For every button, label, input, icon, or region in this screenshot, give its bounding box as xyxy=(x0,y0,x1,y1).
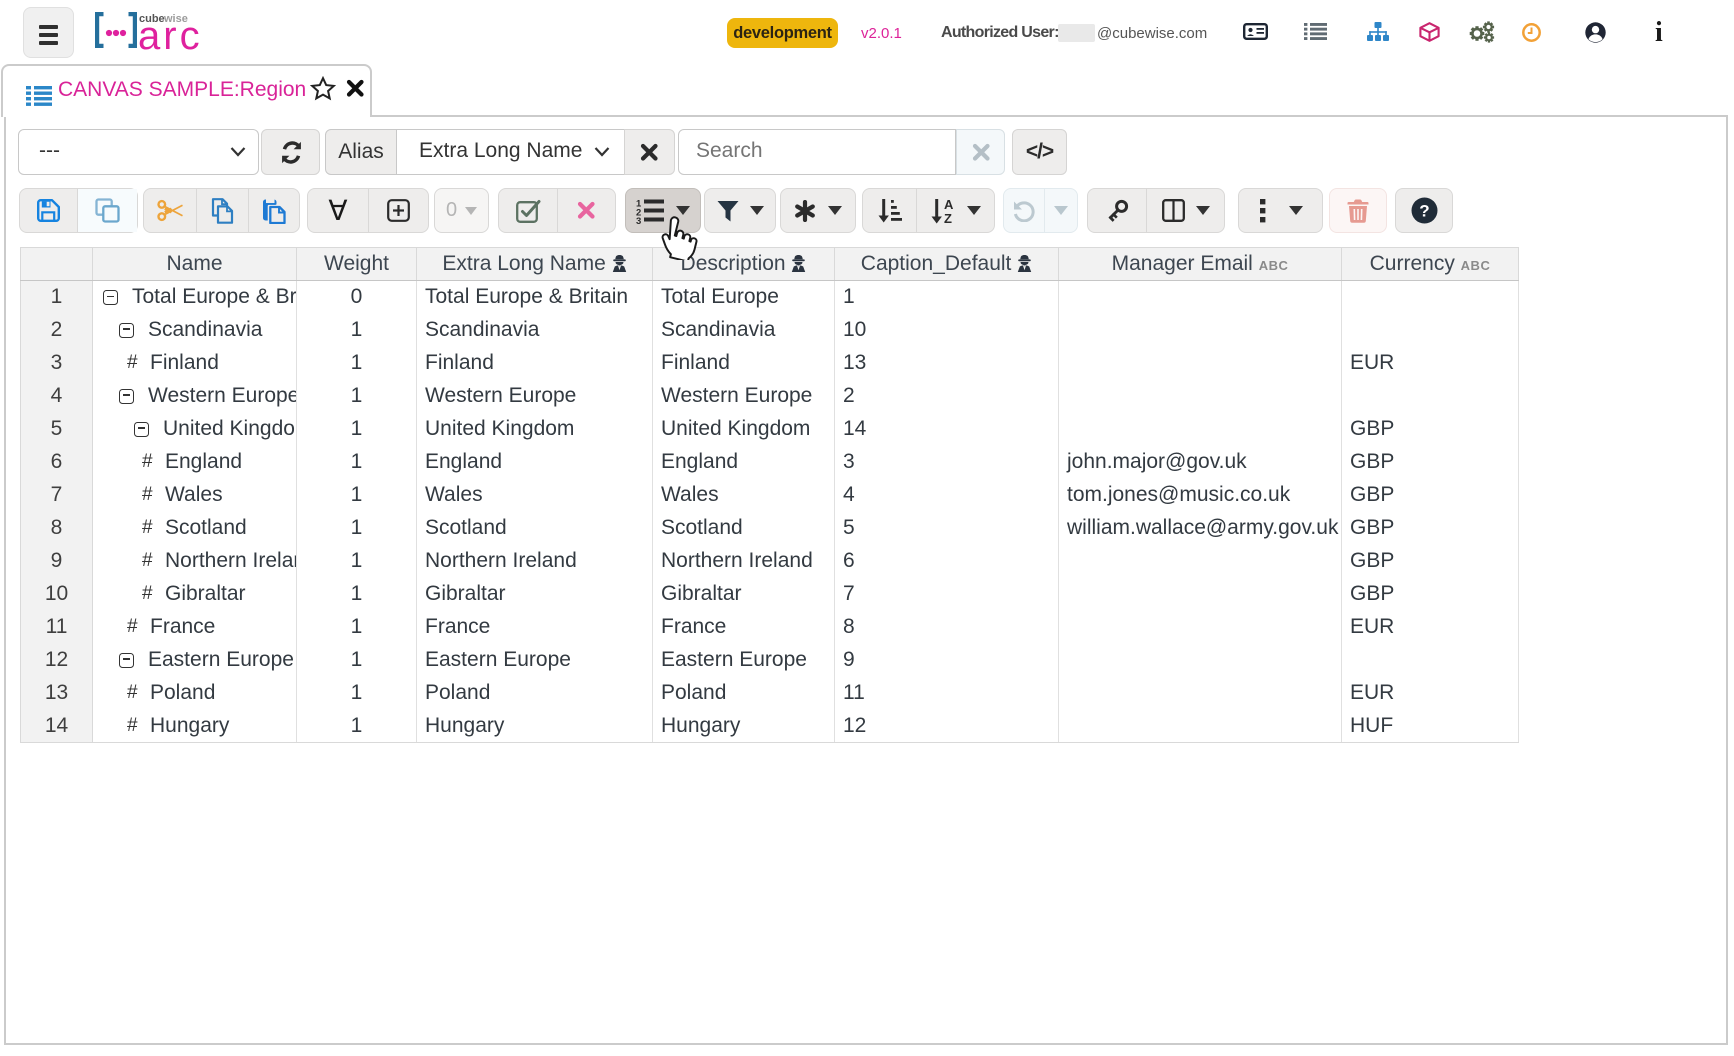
svg-text:?: ? xyxy=(1419,202,1429,221)
svg-text:Z: Z xyxy=(944,211,952,224)
svg-text:A: A xyxy=(944,198,954,212)
svg-text:arc: arc xyxy=(138,14,203,58)
svg-text:3: 3 xyxy=(636,216,641,224)
